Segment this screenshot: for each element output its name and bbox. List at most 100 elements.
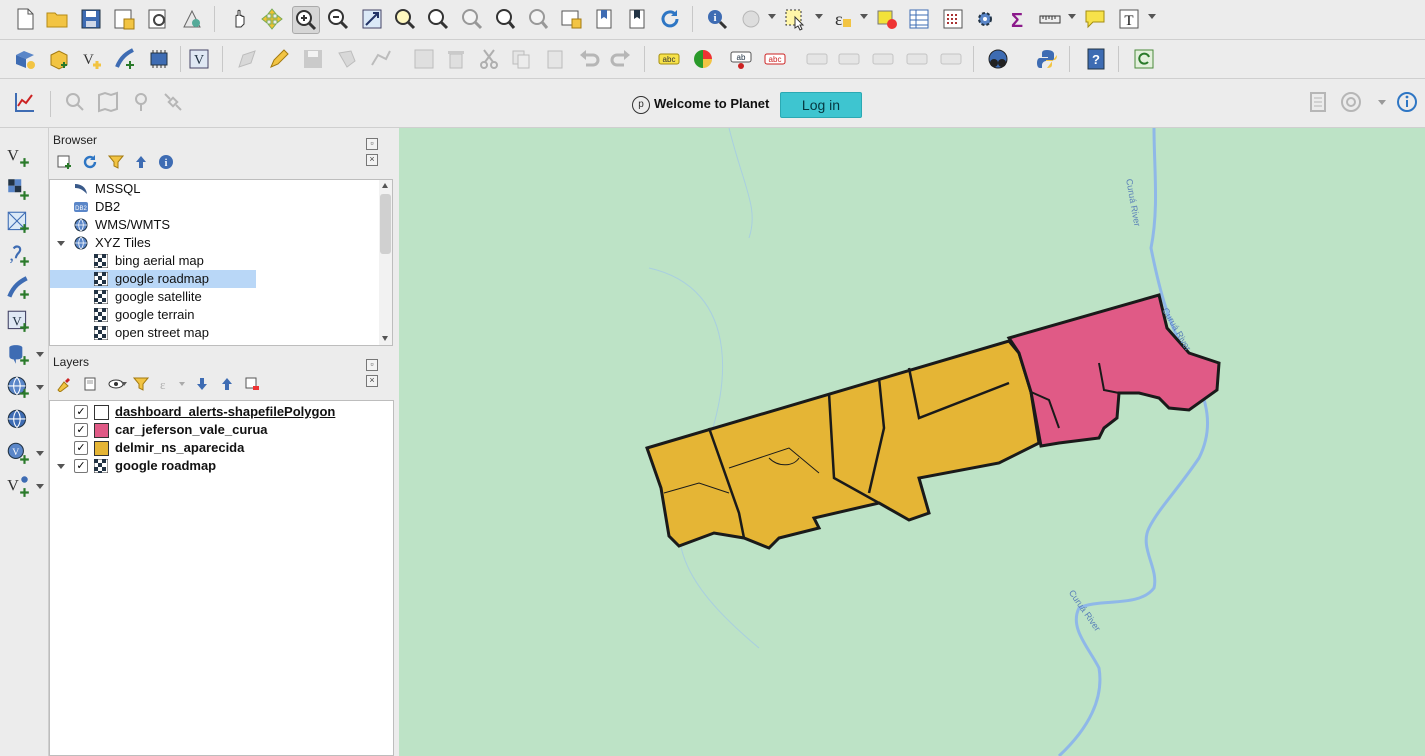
new-print-layout-icon[interactable]: [111, 6, 137, 32]
add-selected-layers-icon[interactable]: [56, 154, 72, 170]
show-bookmarks-icon[interactable]: [625, 6, 651, 32]
layer-styling-icon[interactable]: [56, 376, 72, 393]
add-group-icon[interactable]: [82, 376, 98, 392]
browser-item-bing-aerial[interactable]: bing aerial map: [50, 252, 380, 270]
add-spatialite-icon[interactable]: [4, 274, 32, 302]
layer-visibility-checkbox[interactable]: ✓: [74, 459, 88, 473]
pan-icon[interactable]: [227, 6, 253, 32]
open-project-icon[interactable]: [44, 6, 70, 32]
statistical-summary-icon[interactable]: Σ: [1005, 6, 1031, 32]
data-source-manager-icon[interactable]: [12, 46, 38, 72]
processing-toolbox-icon[interactable]: [972, 6, 998, 32]
zoom-last-icon[interactable]: [492, 6, 518, 32]
zoom-next-icon[interactable]: [525, 6, 551, 32]
field-calculator-icon[interactable]: [940, 6, 966, 32]
measure-dropdown-icon[interactable]: [1068, 14, 1076, 19]
pin-icon[interactable]: [128, 89, 154, 115]
cut-features-icon[interactable]: [476, 46, 502, 72]
select-features-icon[interactable]: [782, 6, 808, 32]
float-panel-icon[interactable]: ▫: [366, 359, 378, 371]
new-bookmark-icon[interactable]: [592, 6, 618, 32]
plugin-update-icon[interactable]: [1131, 46, 1157, 72]
add-feature-icon[interactable]: [334, 46, 360, 72]
modify-attributes-icon[interactable]: [411, 46, 437, 72]
refresh-browser-icon[interactable]: [82, 154, 98, 170]
add-postgis-icon[interactable]: [4, 340, 32, 368]
themes-dropdown-icon[interactable]: [121, 382, 127, 386]
browser-scrollbar[interactable]: [379, 179, 393, 346]
label-properties-icon[interactable]: [938, 46, 964, 72]
add-vector-icon[interactable]: V: [4, 142, 32, 170]
expression-dropdown-icon[interactable]: [860, 14, 868, 19]
scroll-thumb[interactable]: [380, 194, 391, 254]
browser-item-open-street-map[interactable]: open street map: [50, 324, 380, 342]
layout-manager-icon[interactable]: [145, 6, 171, 32]
layer-symbol-swatch[interactable]: [94, 441, 109, 456]
map-canvas[interactable]: Curuá River Curuá River Curuá River: [399, 128, 1425, 756]
style-manager-icon[interactable]: [179, 6, 205, 32]
diagram-icon[interactable]: [690, 46, 716, 72]
add-vector-layer-icon[interactable]: [46, 46, 72, 72]
zoom-native-icon[interactable]: [459, 6, 485, 32]
show-hide-labels-icon[interactable]: [804, 46, 830, 72]
layer-row-car-jeferson[interactable]: ✓ car_jeferson_vale_curua: [50, 421, 393, 439]
scroll-up-icon[interactable]: [382, 183, 388, 188]
planet-explorer-icon[interactable]: [985, 46, 1011, 72]
layer-symbol-swatch[interactable]: [94, 423, 109, 438]
order-status-icon[interactable]: [1305, 89, 1331, 115]
measure-line-icon[interactable]: [1037, 6, 1063, 32]
vertex-tool-icon[interactable]: [368, 46, 394, 72]
layer-row-google-roadmap[interactable]: ✓ google roadmap: [50, 457, 393, 475]
pan-to-selection-icon[interactable]: [259, 6, 285, 32]
change-label-icon[interactable]: [904, 46, 930, 72]
add-raster-icon[interactable]: [4, 175, 32, 203]
zoom-to-selection-icon[interactable]: [392, 6, 418, 32]
add-arcgis-icon[interactable]: V: [4, 472, 32, 500]
text-annotation-icon[interactable]: T: [1116, 6, 1142, 32]
map-tips-icon[interactable]: [1082, 6, 1108, 32]
new-geopackage-icon[interactable]: [146, 46, 172, 72]
zoom-in-icon[interactable]: [292, 6, 320, 34]
select-dropdown-icon[interactable]: [815, 14, 823, 19]
expand-all-icon[interactable]: [194, 376, 210, 392]
filter-legend-icon[interactable]: [132, 376, 150, 392]
actions-dropdown-icon[interactable]: [768, 14, 776, 19]
properties-info-icon[interactable]: i: [158, 154, 174, 170]
browser-item-google-terrain[interactable]: google terrain: [50, 306, 380, 324]
add-delimited-text-icon[interactable]: ,: [4, 241, 32, 269]
paste-features-icon[interactable]: [542, 46, 568, 72]
new-shapefile-icon[interactable]: V: [79, 46, 105, 72]
filter-by-expression-icon[interactable]: ε: [158, 376, 174, 392]
search-icon[interactable]: [62, 89, 88, 115]
undo-icon[interactable]: [576, 46, 602, 72]
add-wcs-icon[interactable]: [4, 406, 32, 434]
wms-dropdown-icon[interactable]: [36, 385, 44, 390]
help-icon[interactable]: ?: [1083, 46, 1109, 72]
toggle-editing-icon[interactable]: [266, 46, 292, 72]
new-spatialite-icon[interactable]: [112, 46, 138, 72]
float-panel-icon[interactable]: ▫: [366, 138, 378, 150]
add-mesh-icon[interactable]: [4, 208, 32, 236]
info-icon[interactable]: [1394, 89, 1420, 115]
wfs-dropdown-icon[interactable]: [36, 451, 44, 456]
attribute-table-icon[interactable]: [906, 6, 932, 32]
layer-visibility-checkbox[interactable]: ✓: [74, 405, 88, 419]
save-edits-icon[interactable]: [300, 46, 326, 72]
layer-visibility-checkbox[interactable]: ✓: [74, 441, 88, 455]
highlight-labels-icon[interactable]: abc: [762, 46, 788, 72]
collapse-all-icon[interactable]: [133, 154, 149, 170]
expand-arrow-icon[interactable]: [57, 464, 65, 469]
expand-arrow-icon[interactable]: [57, 241, 65, 246]
deselect-features-icon[interactable]: [874, 6, 900, 32]
new-virtual-layer-icon[interactable]: V: [186, 46, 212, 72]
refresh-icon[interactable]: [657, 6, 683, 32]
annotation-dropdown-icon[interactable]: [1148, 14, 1156, 19]
browser-item-wms[interactable]: WMS/WMTS: [50, 216, 380, 234]
expression-filter-dropdown-icon[interactable]: [179, 382, 185, 386]
layer-symbol-swatch[interactable]: [94, 405, 109, 420]
layer-visibility-checkbox[interactable]: ✓: [74, 423, 88, 437]
new-project-icon[interactable]: [12, 6, 38, 32]
redo-icon[interactable]: [608, 46, 634, 72]
move-label-icon[interactable]: [836, 46, 862, 72]
close-panel-icon[interactable]: ×: [366, 154, 378, 166]
